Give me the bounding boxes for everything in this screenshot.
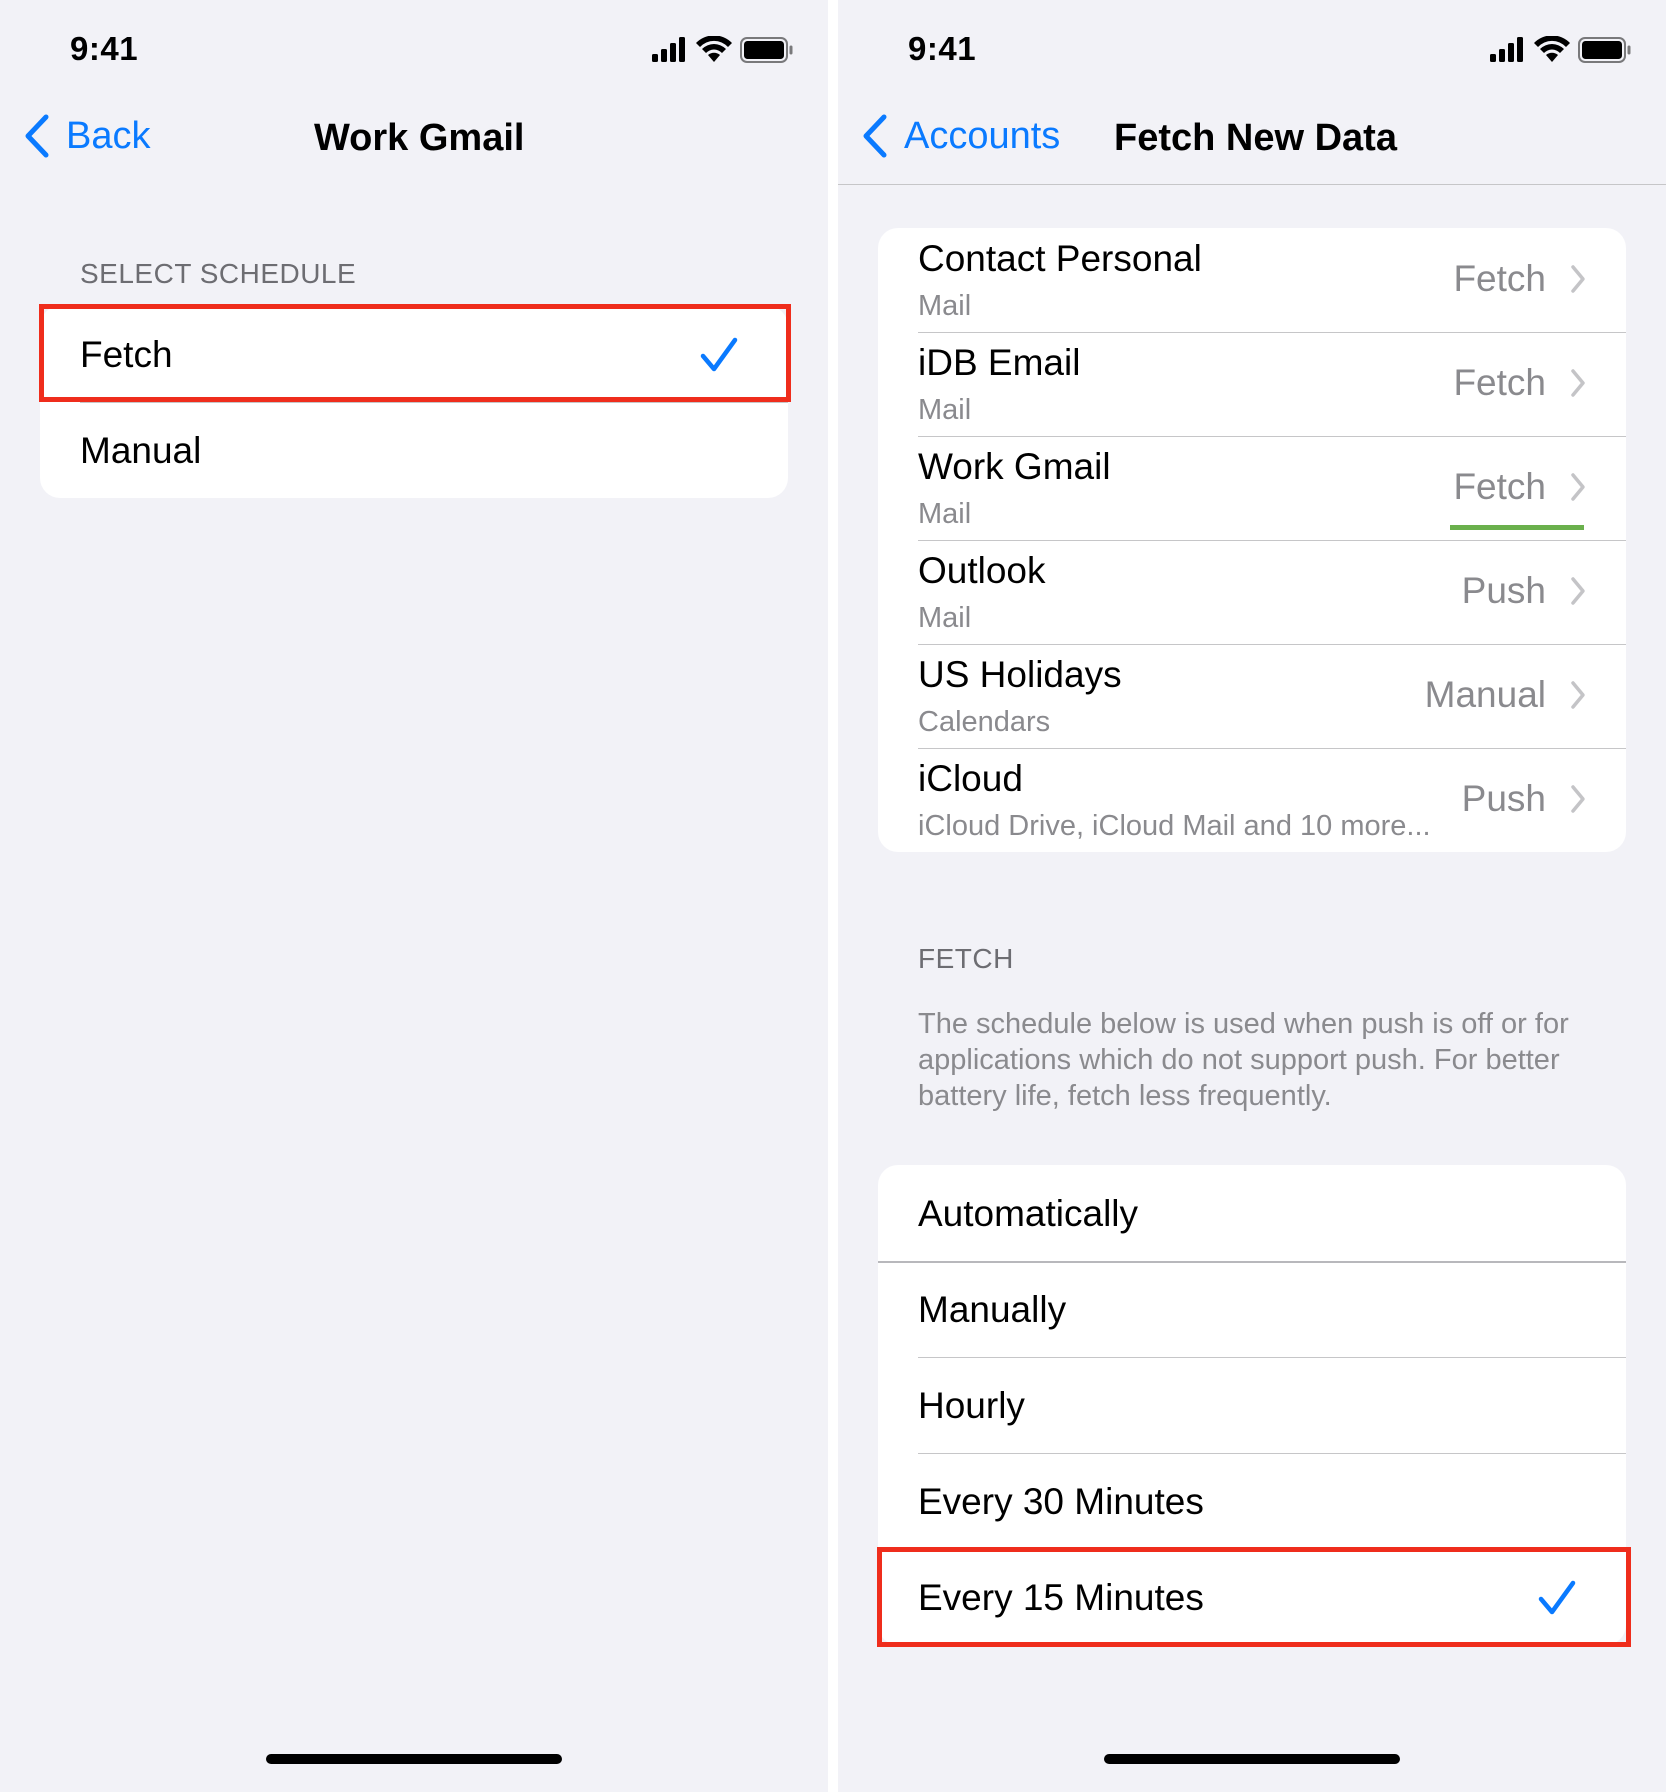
status-time: 9:41	[70, 30, 139, 67]
section-header: SELECT SCHEDULE	[80, 258, 357, 289]
wifi-icon	[1534, 36, 1570, 62]
account-type: Mail	[918, 498, 972, 530]
battery-icon	[1578, 37, 1631, 63]
account-type: iCloud Drive, iCloud Mail and 10 more...	[918, 810, 1431, 842]
schedule-label: Hourly	[918, 1385, 1025, 1426]
home-indicator	[1104, 1754, 1400, 1764]
chevron-right-icon	[1571, 369, 1585, 397]
account-fetch-value: Push	[1461, 570, 1546, 611]
account-name: Outlook	[918, 550, 1046, 591]
signal-icon	[1490, 37, 1523, 62]
account-name: Work Gmail	[918, 446, 1111, 487]
account-name: Contact Personal	[918, 238, 1202, 279]
signal-icon	[652, 37, 685, 62]
chevron-right-icon	[1571, 785, 1585, 813]
schedule-automatically[interactable]: Automatically	[878, 1165, 1626, 1261]
right-screen: 9:41 Accounts Fetch New Data Contact Per…	[838, 0, 1666, 1792]
chevron-left-icon	[863, 114, 887, 158]
schedule-hourly[interactable]: Hourly	[878, 1357, 1626, 1453]
account-row-icloud[interactable]: iCloud iCloud Drive, iCloud Mail and 10 …	[878, 748, 1626, 852]
account-row-outlook[interactable]: Outlook Mail Push	[878, 540, 1626, 644]
underline-marker	[1450, 525, 1584, 530]
fetch-section-header: FETCH	[918, 943, 1014, 974]
schedule-options-list: Automatically Manually Hourly Every 30 M…	[878, 1165, 1626, 1645]
checkmark-icon	[1538, 1580, 1576, 1615]
account-fetch-value: Fetch	[1453, 258, 1546, 299]
account-type: Mail	[918, 290, 972, 322]
schedule-label: Every 15 Minutes	[918, 1577, 1204, 1618]
home-indicator	[266, 1754, 562, 1764]
back-button[interactable]: Back	[24, 114, 150, 158]
account-fetch-value: Fetch	[1453, 362, 1546, 403]
left-screen: 9:41 Back Work Gmail SELECT SCHEDULE Fet…	[0, 0, 828, 1792]
accounts-list: Contact Personal Mail Fetch iDB Email Ma…	[878, 228, 1626, 852]
account-row-work-gmail[interactable]: Work Gmail Mail Fetch	[878, 436, 1626, 540]
status-icons	[652, 36, 794, 64]
schedule-label: Manually	[918, 1289, 1067, 1330]
account-type: Mail	[918, 602, 972, 634]
option-fetch[interactable]: Fetch	[40, 306, 788, 402]
account-type: Mail	[918, 394, 972, 426]
schedule-every-30-minutes[interactable]: Every 30 Minutes	[878, 1453, 1626, 1549]
account-name: iDB Email	[918, 342, 1081, 383]
account-name: US Holidays	[918, 654, 1122, 695]
fetch-description: The schedule below is used when push is …	[918, 1008, 1569, 1112]
back-label: Back	[66, 114, 151, 157]
chevron-right-icon	[1571, 577, 1585, 605]
page-title: Fetch New Data	[1114, 117, 1397, 159]
account-fetch-value: Fetch	[1453, 466, 1546, 507]
option-label: Fetch	[80, 334, 173, 375]
account-type: Calendars	[918, 706, 1051, 738]
schedule-every-15-minutes[interactable]: Every 15 Minutes	[878, 1549, 1626, 1645]
schedule-label: Automatically	[918, 1193, 1139, 1234]
wifi-icon	[696, 36, 732, 62]
checkmark-icon	[700, 337, 738, 372]
option-label: Manual	[80, 430, 202, 471]
chevron-right-icon	[1571, 681, 1585, 709]
chevron-right-icon	[1571, 473, 1585, 501]
status-icons	[1490, 36, 1632, 64]
account-fetch-value: Manual	[1424, 674, 1546, 715]
nav-separator	[838, 184, 1666, 185]
account-row-idb-email[interactable]: iDB Email Mail Fetch	[878, 332, 1626, 436]
battery-icon	[740, 37, 793, 63]
chevron-right-icon	[1571, 265, 1585, 293]
schedule-list: Fetch Manual	[40, 306, 788, 498]
accounts-back-button[interactable]: Accounts	[862, 114, 1060, 158]
account-row-contact-personal[interactable]: Contact Personal Mail Fetch	[878, 228, 1626, 332]
page-title: Work Gmail	[314, 117, 525, 159]
option-manual[interactable]: Manual	[40, 402, 788, 498]
account-name: iCloud	[918, 758, 1023, 799]
status-time: 9:41	[908, 30, 977, 67]
schedule-manually[interactable]: Manually	[878, 1261, 1626, 1357]
account-row-us-holidays[interactable]: US Holidays Calendars Manual	[878, 644, 1626, 748]
back-label: Accounts	[904, 114, 1061, 157]
schedule-label: Every 30 Minutes	[918, 1481, 1204, 1522]
chevron-left-icon	[25, 114, 49, 158]
account-fetch-value: Push	[1461, 778, 1546, 819]
